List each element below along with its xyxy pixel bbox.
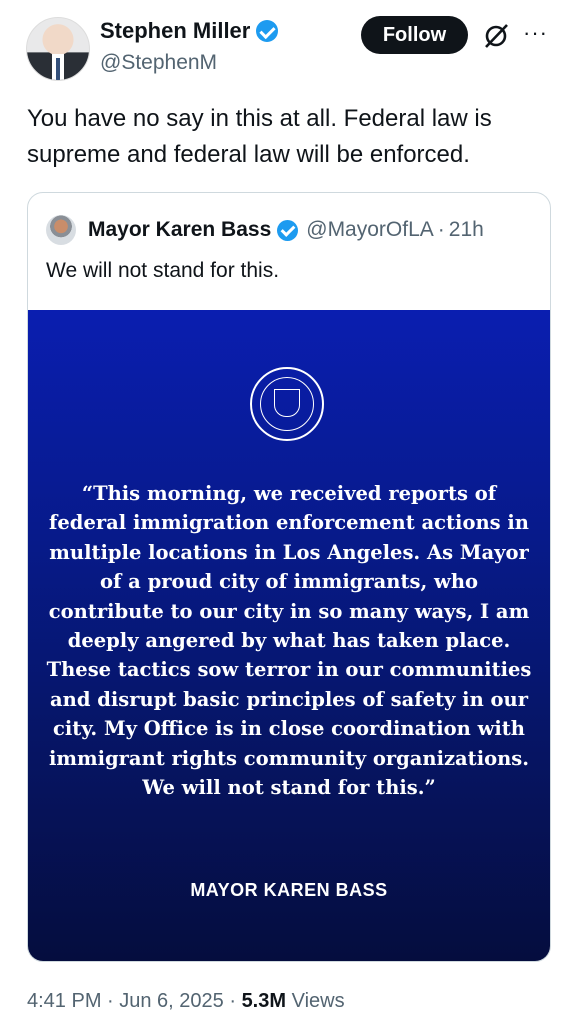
grok-icon[interactable]: [482, 22, 510, 50]
quoted-tweet-text: We will not stand for this.: [46, 259, 280, 282]
views-label: Views: [291, 990, 345, 1012]
quoted-media-image[interactable]: “This morning, we received reports of fe…: [28, 310, 550, 961]
quoted-author-avatar[interactable]: [46, 215, 76, 245]
quoted-author-name[interactable]: Mayor Karen Bass: [88, 218, 271, 242]
tweet-text: You have no say in this at all. Federal …: [27, 105, 492, 168]
statement-signature: MAYOR KAREN BASS: [190, 880, 388, 900]
quoted-author-handle[interactable]: @MayorOfLA: [306, 218, 434, 242]
quoted-tweet-header: Mayor Karen Bass @MayorOfLA · 21h: [46, 215, 484, 245]
quoted-tweet[interactable]: Mayor Karen Bass @MayorOfLA · 21h We wil…: [27, 192, 551, 962]
author-avatar[interactable]: [26, 17, 90, 81]
tweet-meta: 4:41 PM · Jun 6, 2025 · 5.3M Views: [27, 990, 345, 1013]
more-options-icon[interactable]: ···: [523, 20, 548, 46]
city-seal-icon: [250, 367, 324, 441]
author-name[interactable]: Stephen Miller: [100, 18, 250, 44]
follow-button[interactable]: Follow: [361, 16, 468, 54]
quoted-timestamp[interactable]: 21h: [449, 218, 484, 242]
quoted-verified-badge-icon: [277, 219, 299, 241]
statement-text: “This morning, we received reports of fe…: [46, 482, 532, 800]
author-handle[interactable]: @StephenM: [100, 51, 217, 75]
separator-dot: ·: [437, 218, 445, 241]
views-count: 5.3M: [241, 990, 287, 1012]
verified-badge-icon: [256, 20, 279, 42]
tweet-timestamp[interactable]: 4:41 PM · Jun 6, 2025 ·: [27, 990, 242, 1012]
author-name-row[interactable]: Stephen Miller: [100, 18, 279, 44]
tweet-header: Stephen Miller @StephenM Follow ···: [0, 0, 577, 90]
